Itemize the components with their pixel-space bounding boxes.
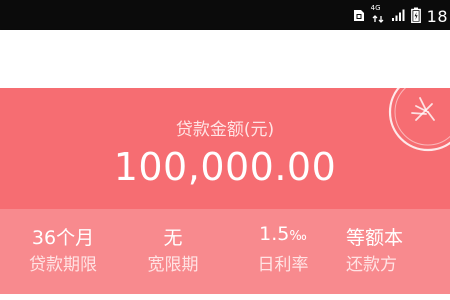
daily-rate-label: 日利率 [257,255,309,275]
grace-period-label: 宽限期 [147,255,199,275]
loan-amount-label: 贷款金额(元) [175,120,275,140]
loan-summary-card: 贷款金额(元) 100,000.00 36个月 贷款期限 无 宽限期 1.5‰ … [0,88,450,294]
daily-rate-stat: 1.5‰ 日利率 [228,209,338,294]
repayment-method-stat: 等额本 还款方 [338,209,448,294]
status-icons: 4G 18 [353,0,450,30]
status-bar: 4G 18 [0,0,450,30]
loan-terms-row: 36个月 贷款期限 无 宽限期 1.5‰ 日利率 等额本 还款方 [0,209,450,294]
battery-icon [410,7,421,23]
loan-term-label: 贷款期限 [29,255,97,275]
signal-bars-icon [391,8,405,22]
status-time: 18 [426,6,448,26]
loan-amount-value: 100,000.00 [113,145,337,189]
repayment-method-label: 还款方 [346,255,397,275]
daily-rate-unit: ‰ [289,229,307,244]
sim-icon [353,8,365,22]
daily-rate-value: 1.5 [259,223,290,245]
grace-period-stat: 无 宽限期 [118,209,228,294]
repayment-method-value: 等额本 [346,227,404,249]
loan-term-stat: 36个月 贷款期限 [8,209,118,294]
network-4g-icon: 4G [371,5,385,23]
daily-rate-value-wrap: 1.5‰ [228,223,338,245]
app-screen: 4G 18 贷款金额(元) 100,000.00 36个月 贷款期限 无 宽限期… [0,0,450,300]
grace-period-value: 无 [163,227,183,249]
loan-term-value: 36个月 [31,227,95,249]
app-header [0,30,450,88]
